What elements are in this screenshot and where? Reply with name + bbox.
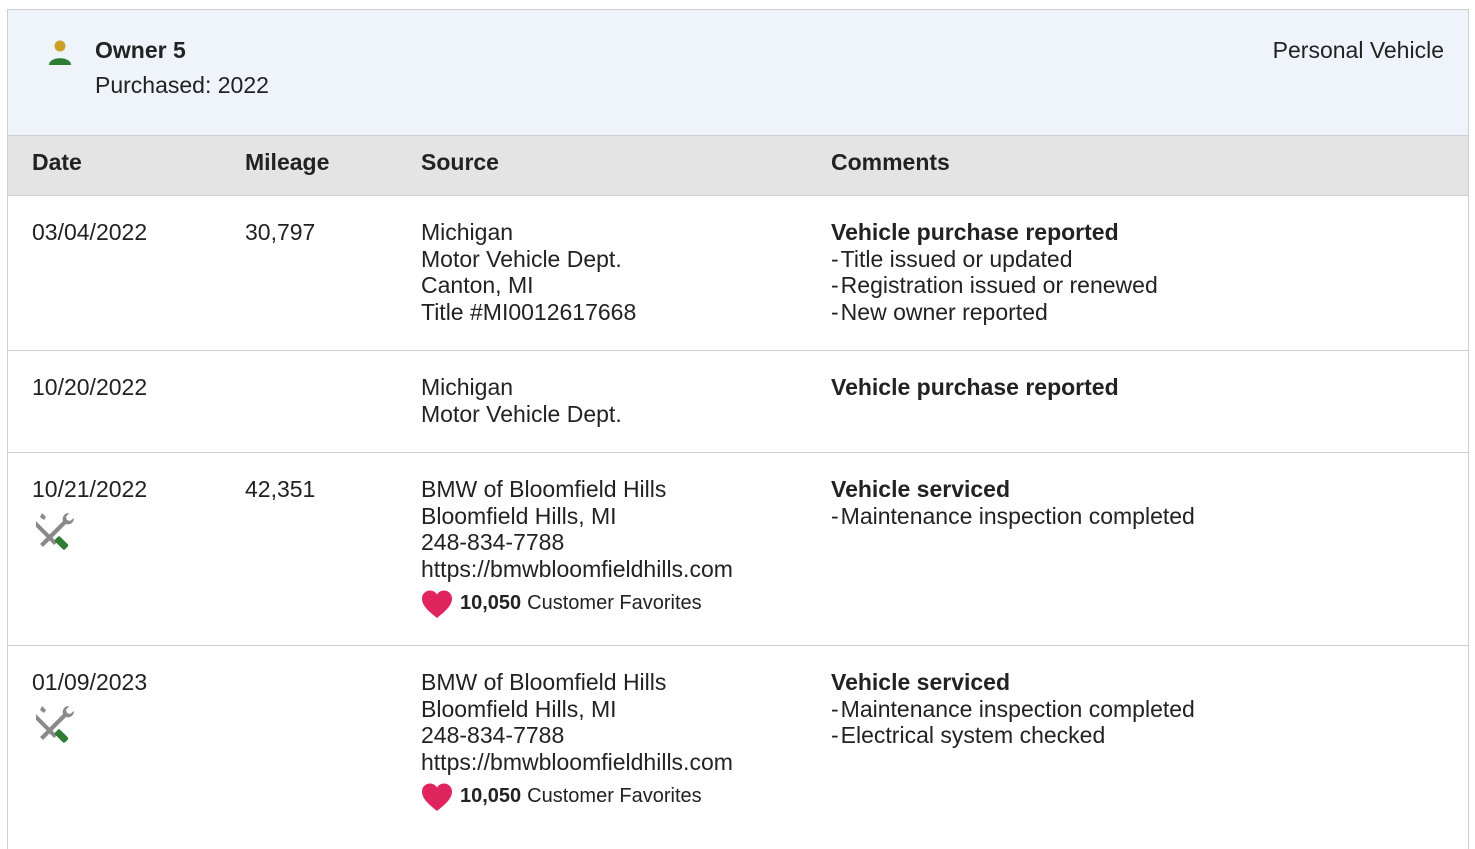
source-line: Michigan: [421, 219, 514, 245]
record-source: BMW of Bloomfield Hills Bloomfield Hills…: [421, 669, 733, 812]
source-line: Bloomfield Hills, MI: [421, 695, 617, 722]
heart-icon: [422, 590, 452, 618]
comment-item: Title issued or updated: [831, 246, 1158, 273]
column-header-date: Date: [32, 149, 82, 175]
owner-vehicle-type: Personal Vehicle: [1272, 37, 1444, 63]
comment-title: Vehicle serviced: [831, 669, 1011, 695]
comment-item: Registration issued or renewed: [831, 272, 1158, 299]
table-header: Date Mileage Source Comments: [8, 136, 1468, 196]
record-date: 10/21/2022: [32, 476, 147, 550]
favorites-label: Customer Favorites: [527, 592, 702, 615]
record-date: 10/20/2022: [32, 374, 148, 400]
record-date: 03/04/2022: [32, 219, 148, 245]
comment-title: Vehicle purchase reported: [831, 374, 1119, 400]
column-header-mileage: Mileage: [245, 149, 330, 175]
favorites-count: 10,050: [460, 785, 522, 808]
favorites-count: 10,050: [460, 592, 522, 615]
owner-header: Owner 5 Purchased: 2022 Personal Vehicle: [8, 10, 1468, 136]
owner-name: Owner 5: [95, 37, 186, 63]
wrench-screwdriver-icon: [36, 512, 75, 550]
record-mileage: 42,351: [245, 476, 316, 502]
record-source: Michigan Motor Vehicle Dept. Canton, MI …: [421, 219, 636, 326]
comment-item: New owner reported: [831, 299, 1158, 326]
comment-title: Vehicle serviced: [831, 476, 1011, 502]
owner-history-panel: Owner 5 Purchased: 2022 Personal Vehicle…: [7, 9, 1469, 849]
source-line: Bloomfield Hills, MI: [421, 502, 617, 529]
source-line: 248-834-7788: [421, 722, 565, 749]
heart-icon: [422, 783, 452, 811]
owner-purchased: Purchased: 2022: [95, 72, 269, 98]
person-icon: [49, 40, 71, 65]
record-comments: Vehicle serviced Maintenance inspection …: [831, 669, 1195, 749]
record-date: 01/09/2023: [32, 669, 147, 743]
source-line: BMW of Bloomfield Hills: [421, 476, 667, 502]
source-line: 248-834-7788: [421, 529, 565, 556]
customer-favorites: 10,050 Customer Favorites: [421, 782, 733, 812]
comment-item: Maintenance inspection completed: [831, 696, 1195, 723]
customer-favorites: 10,050 Customer Favorites: [421, 589, 733, 619]
source-link[interactable]: https://bmwbloomfieldhills.com: [421, 749, 733, 776]
record-comments: Vehicle serviced Maintenance inspection …: [831, 476, 1195, 529]
column-header-comments: Comments: [831, 149, 950, 175]
table-row: 10/21/2022 42,351 BMW of Bloomfield Hill…: [8, 453, 1468, 646]
table-row: 01/09/2023 BMW of Bloomfield Hills Bloom…: [8, 646, 1468, 846]
source-link[interactable]: https://bmwbloomfieldhills.com: [421, 556, 733, 583]
wrench-screwdriver-icon: [36, 705, 75, 743]
source-line: BMW of Bloomfield Hills: [421, 669, 667, 695]
comment-item: Maintenance inspection completed: [831, 503, 1195, 530]
record-comments: Vehicle purchase reported: [831, 374, 1119, 401]
table-row: 10/20/2022 Michigan Motor Vehicle Dept. …: [8, 351, 1468, 453]
comment-item: Electrical system checked: [831, 722, 1195, 749]
record-comments: Vehicle purchase reported Title issued o…: [831, 219, 1158, 326]
table-row: 03/04/2022 30,797 Michigan Motor Vehicle…: [8, 196, 1468, 351]
comment-title: Vehicle purchase reported: [831, 219, 1119, 245]
favorites-label: Customer Favorites: [527, 785, 702, 808]
source-line: Michigan: [421, 374, 514, 400]
source-line: Motor Vehicle Dept.: [421, 245, 622, 272]
record-mileage: 30,797: [245, 219, 316, 245]
source-line: Motor Vehicle Dept.: [421, 400, 622, 427]
record-source: Michigan Motor Vehicle Dept.: [421, 374, 622, 427]
source-line: Canton, MI: [421, 272, 534, 299]
source-line: Title #MI0012617668: [421, 299, 637, 326]
record-source: BMW of Bloomfield Hills Bloomfield Hills…: [421, 476, 733, 619]
column-header-source: Source: [421, 149, 499, 175]
